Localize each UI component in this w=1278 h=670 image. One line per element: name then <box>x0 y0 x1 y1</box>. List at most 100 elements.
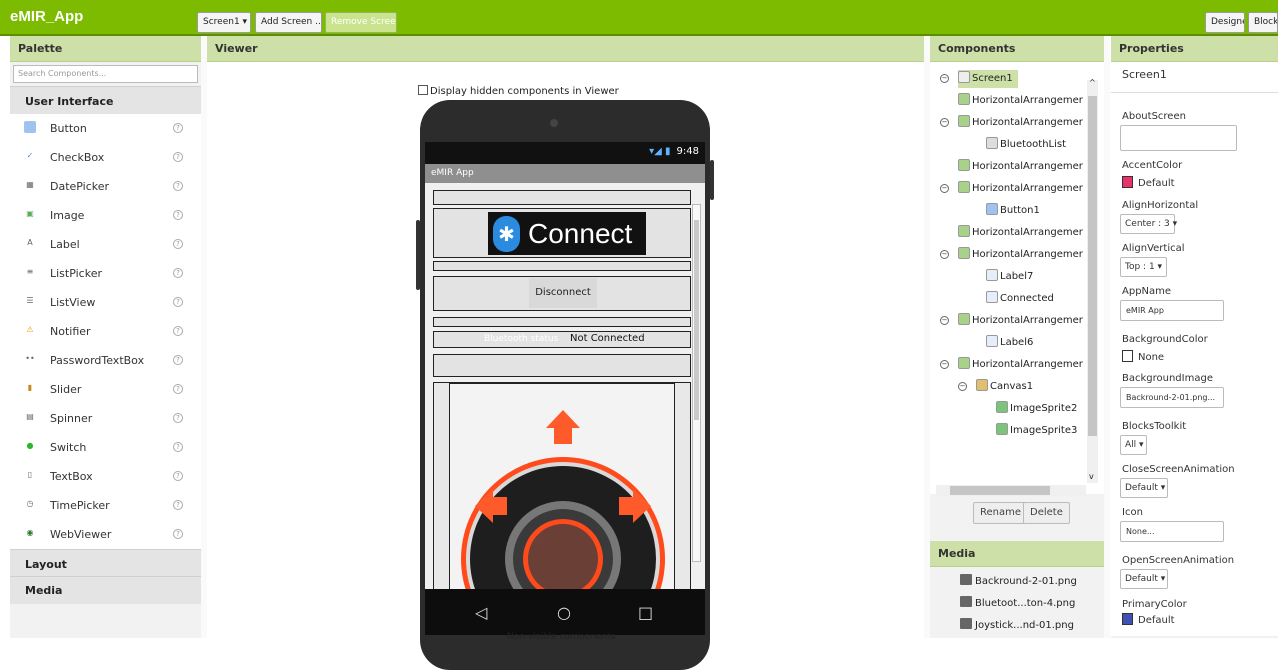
phone-status-bar: ▾◢ ▮9:48 <box>425 142 705 164</box>
help-icon[interactable]: ? <box>173 181 183 191</box>
component-node[interactable]: HorizontalArrangemer <box>958 114 1083 132</box>
open-animation-select[interactable]: Default ▾ <box>1120 569 1168 589</box>
collapse-toggle-icon[interactable]: − <box>940 184 949 193</box>
component-node[interactable]: Screen1 <box>958 70 1018 88</box>
palette-item-webviewer[interactable]: ◉WebViewer? <box>10 520 201 549</box>
help-icon[interactable]: ? <box>173 413 183 423</box>
component-node[interactable]: HorizontalArrangemer <box>958 246 1083 264</box>
component-node[interactable]: HorizontalArrangemer <box>958 158 1083 176</box>
close-animation-label: CloseScreenAnimation <box>1122 464 1235 475</box>
palette-item-image[interactable]: ▣Image? <box>10 201 201 230</box>
properties-panel: Properties Screen1 AboutScreen AccentCol… <box>1111 36 1278 638</box>
app-name-input[interactable]: eMIR App <box>1120 300 1224 321</box>
category-media[interactable]: Media <box>10 576 201 604</box>
help-icon[interactable]: ? <box>173 384 183 394</box>
help-icon[interactable]: ? <box>173 152 183 162</box>
scroll-down-icon[interactable]: v <box>1089 472 1094 481</box>
help-icon[interactable]: ? <box>173 268 183 278</box>
properties-title: Properties <box>1111 36 1278 62</box>
collapse-toggle-icon[interactable]: − <box>940 74 949 83</box>
collapse-toggle-icon[interactable]: − <box>940 316 949 325</box>
palette-item-listview[interactable]: ☰ListView? <box>10 288 201 317</box>
palette-item-button[interactable]: Button? <box>10 114 201 143</box>
collapse-toggle-icon[interactable]: − <box>940 250 949 259</box>
bg-color-value[interactable]: None <box>1122 350 1164 363</box>
help-icon[interactable]: ? <box>173 239 183 249</box>
palette-item-textbox[interactable]: ▯TextBox? <box>10 462 201 491</box>
component-node[interactable]: HorizontalArrangemer <box>958 180 1083 198</box>
help-icon[interactable]: ? <box>173 529 183 539</box>
about-screen-input[interactable] <box>1120 125 1237 151</box>
align-vertical-select[interactable]: Top : 1 ▾ <box>1120 257 1167 277</box>
component-node[interactable]: HorizontalArrangemer <box>958 224 1083 242</box>
primary-color-value[interactable]: Default <box>1122 613 1175 626</box>
component-node[interactable]: HorizontalArrangemer <box>958 356 1083 374</box>
recent-apps-icon: □ <box>638 603 653 622</box>
palette-item-listpicker[interactable]: ≡ListPicker? <box>10 259 201 288</box>
palette-item-label[interactable]: ALabel? <box>10 230 201 259</box>
component-node[interactable]: Connected <box>986 290 1054 308</box>
palette-item-label: ListPicker <box>50 267 102 280</box>
components-scrollbar-v[interactable]: ^ v <box>1087 80 1098 483</box>
component-node[interactable]: HorizontalArrangemer <box>958 312 1083 330</box>
disconnect-button[interactable]: Disconnect <box>529 278 597 308</box>
component-node[interactable]: ImageSprite3 <box>996 422 1077 440</box>
media-item-label: Backround-2-01.png <box>975 576 1077 587</box>
palette-search-input[interactable]: Search Components... <box>13 65 198 83</box>
remove-screen-button[interactable]: Remove Screen <box>325 12 397 33</box>
collapse-toggle-icon[interactable]: − <box>940 360 949 369</box>
connect-button[interactable]: ✱ Connect <box>488 212 646 255</box>
media-item[interactable]: Backround-2-01.png <box>960 574 1077 587</box>
help-icon[interactable]: ? <box>173 471 183 481</box>
help-icon[interactable]: ? <box>173 123 183 133</box>
delete-button[interactable]: Delete <box>1023 502 1070 524</box>
components-scrollbar-h[interactable] <box>936 485 1086 496</box>
component-node[interactable]: Label6 <box>986 334 1033 352</box>
rename-button[interactable]: Rename <box>973 502 1028 524</box>
palette-item-timepicker[interactable]: ◷TimePicker? <box>10 491 201 520</box>
accent-color-value[interactable]: Default <box>1122 176 1175 189</box>
palette-item-notifier[interactable]: ⚠Notifier? <box>10 317 201 346</box>
palette-item-datepicker[interactable]: ▦DatePicker? <box>10 172 201 201</box>
close-animation-select[interactable]: Default ▾ <box>1120 478 1168 498</box>
align-horizontal-select[interactable]: Center : 3 ▾ <box>1120 214 1175 234</box>
media-item[interactable]: Joystick...nd-01.png <box>960 618 1074 631</box>
help-icon[interactable]: ? <box>173 500 183 510</box>
blocks-toolkit-select[interactable]: All ▾ <box>1120 435 1147 455</box>
collapse-toggle-icon[interactable]: − <box>958 382 967 391</box>
palette-item-spinner[interactable]: ▤Spinner? <box>10 404 201 433</box>
component-node[interactable]: Canvas1 <box>976 378 1033 396</box>
palette-item-passwordtextbox[interactable]: ••PasswordTextBox? <box>10 346 201 375</box>
palette-item-switch[interactable]: ●Switch? <box>10 433 201 462</box>
add-screen-button[interactable]: Add Screen ... <box>255 12 322 33</box>
bg-image-input[interactable]: Backround-2-01.png... <box>1120 387 1224 408</box>
screen-select[interactable]: Screen1 ▾ <box>197 12 251 33</box>
viewer-scrollbar[interactable] <box>692 204 701 562</box>
category-user-interface[interactable]: User Interface <box>10 86 201 114</box>
textbox-icon: ▯ <box>24 469 36 481</box>
component-node[interactable]: Label7 <box>986 268 1033 286</box>
component-node[interactable]: BluetoothList <box>986 136 1066 154</box>
component-node[interactable]: Button1 <box>986 202 1040 220</box>
help-icon[interactable]: ? <box>173 442 183 452</box>
palette-item-checkbox[interactable]: ✓CheckBox? <box>10 143 201 172</box>
collapse-toggle-icon[interactable]: − <box>940 118 949 127</box>
help-icon[interactable]: ? <box>173 297 183 307</box>
help-icon[interactable]: ? <box>173 210 183 220</box>
blocks-button[interactable]: Blocks <box>1248 12 1278 33</box>
horizontal-arrangement-icon <box>958 313 970 325</box>
help-icon[interactable]: ? <box>173 326 183 336</box>
designer-button[interactable]: Designer <box>1205 12 1245 33</box>
scroll-up-icon[interactable]: ^ <box>1089 78 1096 87</box>
icon-input[interactable]: None... <box>1120 521 1224 542</box>
palette-item-slider[interactable]: ▮Slider? <box>10 375 201 404</box>
component-node[interactable]: ImageSprite2 <box>996 400 1077 418</box>
component-node[interactable]: HorizontalArrangemer <box>958 92 1083 110</box>
image-icon: ▣ <box>24 208 36 220</box>
help-icon[interactable]: ? <box>173 355 183 365</box>
checkbox-box[interactable] <box>418 85 428 95</box>
media-item[interactable]: Bluetoot...ton-4.png <box>960 596 1075 609</box>
category-layout[interactable]: Layout <box>10 549 201 576</box>
media-title: Media <box>930 541 1104 567</box>
display-hidden-checkbox[interactable]: Display hidden components in Viewer <box>418 85 619 97</box>
